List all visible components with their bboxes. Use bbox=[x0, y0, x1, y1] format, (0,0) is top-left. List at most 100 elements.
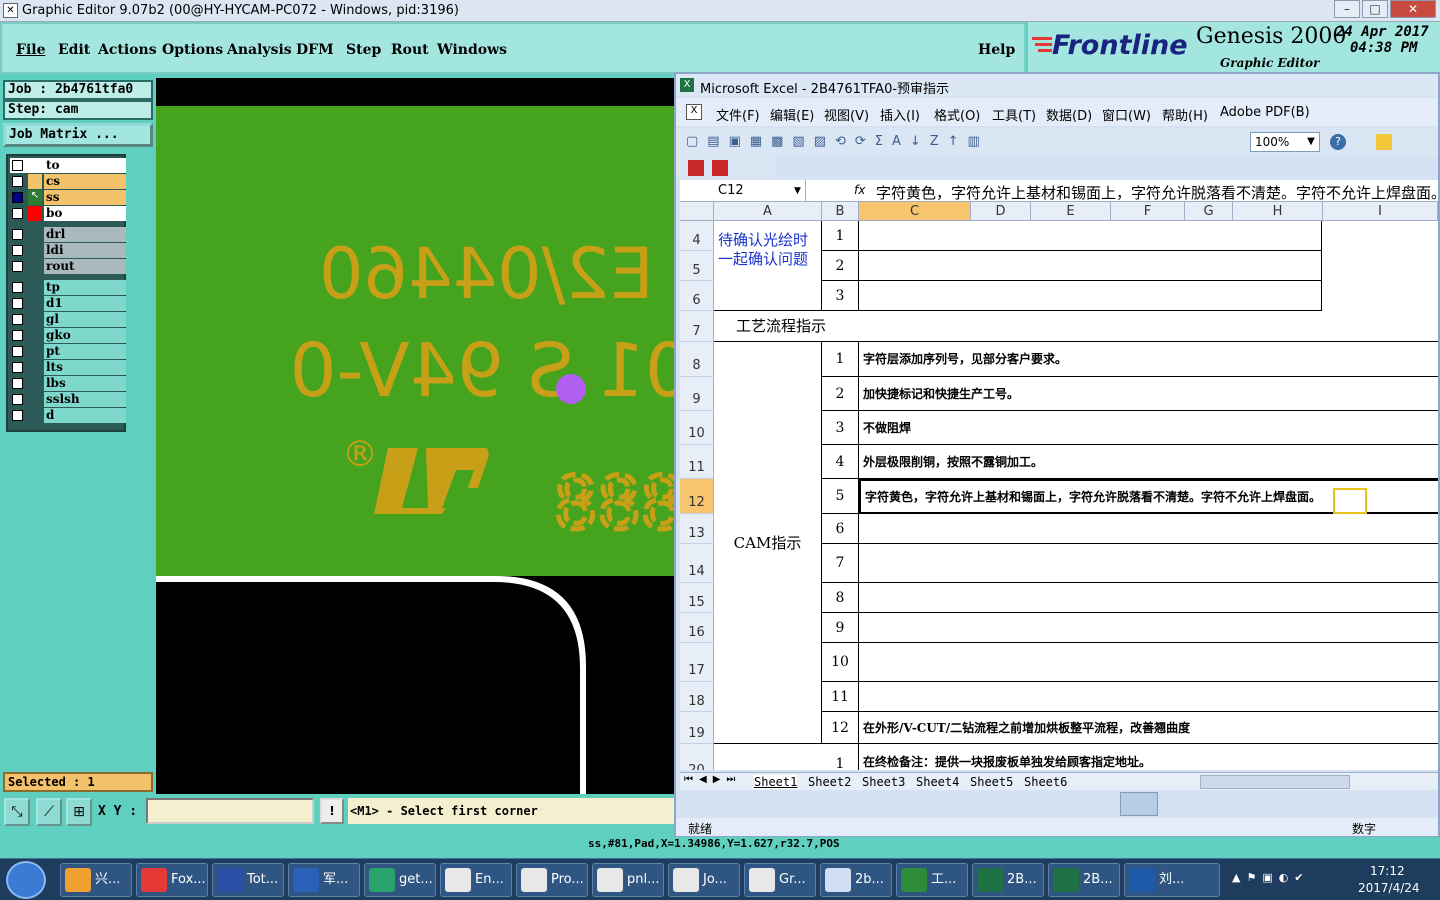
layer-checkbox[interactable] bbox=[12, 282, 23, 293]
taskbar-item[interactable]: Pro... bbox=[516, 863, 588, 897]
menu-windows[interactable]: Windows bbox=[437, 42, 507, 58]
xmenu-adobe[interactable]: Adobe PDF(B) bbox=[1220, 105, 1310, 120]
drawing-toolbar-icon[interactable] bbox=[1120, 792, 1158, 816]
menu-step[interactable]: Step bbox=[346, 42, 381, 58]
a-label-cam[interactable]: CAM指示 bbox=[714, 342, 822, 744]
row-header[interactable]: 15 bbox=[680, 583, 714, 613]
taskbar-item[interactable]: 2b... bbox=[820, 863, 892, 897]
zoom-fit-icon[interactable]: ⤡ bbox=[4, 798, 30, 826]
col-header[interactable]: G bbox=[1185, 202, 1233, 221]
layer-checkbox[interactable] bbox=[12, 192, 23, 203]
layer-checkbox[interactable] bbox=[12, 410, 23, 421]
taskbar-item[interactable]: Jo... bbox=[668, 863, 740, 897]
row-header[interactable]: 18 bbox=[680, 682, 714, 712]
c-cell[interactable]: 加快捷标记和快捷生产工号。 bbox=[859, 377, 1438, 411]
b-cell[interactable]: 10 bbox=[822, 643, 859, 682]
row-header[interactable]: 11 bbox=[680, 445, 714, 479]
row-header-selected[interactable]: 12 bbox=[680, 479, 714, 514]
layer-checkbox[interactable] bbox=[12, 346, 23, 357]
layer-checkbox[interactable] bbox=[12, 229, 23, 240]
layer-row[interactable]: drl bbox=[10, 227, 126, 242]
layer-checkbox[interactable] bbox=[12, 378, 23, 389]
layer-row[interactable]: to bbox=[10, 158, 126, 173]
row-header[interactable]: 6 bbox=[680, 281, 714, 311]
b-cell[interactable]: 1 bbox=[822, 342, 859, 377]
formula-content[interactable]: 字符黄色，字符允许上基材和锡面上，字符允许脱落看不清楚。字符不允许上焊盘面。 bbox=[876, 182, 1440, 203]
col-header[interactable]: D bbox=[971, 202, 1031, 221]
b-cell[interactable]: 5 bbox=[822, 479, 859, 514]
measure-icon[interactable]: ⟋ bbox=[36, 798, 62, 826]
close-button[interactable]: ✕ bbox=[1390, 0, 1436, 18]
graphic-canvas[interactable]: E2/04460 01 S 94V-0 888 ® bbox=[156, 78, 692, 794]
taskbar-item[interactable]: 2B... bbox=[1048, 863, 1120, 897]
col-header[interactable]: H bbox=[1233, 202, 1323, 221]
row-header[interactable]: 14 bbox=[680, 544, 714, 583]
b-cell[interactable]: 11 bbox=[822, 682, 859, 712]
layer-checkbox[interactable] bbox=[12, 362, 23, 373]
menu-dfm[interactable]: DFM bbox=[296, 42, 334, 58]
toolbar-icons[interactable]: ▢▤▣▦▩▧▨⟲⟳ΣA↓Z↑▥ bbox=[686, 134, 1186, 150]
c-cell[interactable] bbox=[859, 613, 1438, 643]
minimize-button[interactable]: – bbox=[1334, 0, 1360, 18]
b-cell[interactable]: 2 bbox=[822, 377, 859, 411]
c-cell[interactable]: 在外形/V-CUT/二钻流程之前增加烘板整平流程，改善翘曲度 bbox=[859, 712, 1438, 744]
fill-color-icon[interactable] bbox=[1376, 134, 1392, 150]
menu-options[interactable]: Options bbox=[162, 42, 223, 58]
layer-checkbox[interactable] bbox=[12, 314, 23, 325]
row-header[interactable]: 7 bbox=[680, 311, 714, 342]
xmenu-view[interactable]: 视图(V) bbox=[824, 105, 869, 124]
b-cell[interactable]: 4 bbox=[822, 445, 859, 479]
xmenu-file[interactable]: 文件(F) bbox=[716, 105, 760, 124]
layer-row[interactable]: sslsh bbox=[10, 392, 126, 407]
row-header[interactable]: 20 bbox=[680, 744, 714, 770]
layer-checkbox[interactable] bbox=[12, 245, 23, 256]
c-cell[interactable] bbox=[859, 643, 1438, 682]
col-header[interactable]: F bbox=[1111, 202, 1185, 221]
c-cell[interactable]: 不做阻焊 bbox=[859, 411, 1438, 445]
c-cell[interactable]: 在终检备注：提供一块报废板单独发给顾客指定地址。 bbox=[859, 744, 1438, 770]
pdf-icon[interactable] bbox=[688, 160, 704, 176]
layer-row[interactable]: d1 bbox=[10, 296, 126, 311]
row-header[interactable]: 17 bbox=[680, 643, 714, 682]
c-cell[interactable] bbox=[859, 682, 1438, 712]
col-header[interactable]: A bbox=[714, 202, 822, 221]
a-label-process[interactable]: 工艺流程指示 bbox=[714, 311, 1438, 342]
menu-rout[interactable]: Rout bbox=[391, 42, 429, 58]
layer-checkbox[interactable] bbox=[12, 208, 23, 219]
horizontal-scrollbar[interactable] bbox=[1200, 775, 1350, 789]
xmenu-window[interactable]: 窗口(W) bbox=[1102, 105, 1151, 124]
menu-actions[interactable]: Actions bbox=[98, 42, 157, 58]
layer-checkbox[interactable] bbox=[12, 160, 23, 171]
taskbar-item[interactable]: 兴... bbox=[60, 863, 132, 897]
corner-cell[interactable] bbox=[680, 202, 714, 221]
row-header[interactable]: 13 bbox=[680, 514, 714, 544]
alert-icon[interactable]: ! bbox=[320, 798, 344, 824]
c-cell[interactable] bbox=[859, 251, 1322, 281]
col-header[interactable]: B bbox=[822, 202, 859, 221]
spreadsheet-grid[interactable]: A B C D E F G H I 待确认光绘时一起确认问题 工艺流程指示 CA… bbox=[680, 202, 1438, 770]
b-cell[interactable]: 1 bbox=[822, 744, 859, 770]
taskbar-item[interactable]: Fox... bbox=[136, 863, 208, 897]
layer-row[interactable]: tp bbox=[10, 280, 126, 295]
start-button[interactable] bbox=[6, 861, 46, 899]
xmenu-insert[interactable]: 插入(I) bbox=[880, 105, 920, 124]
taskbar-item[interactable]: get... bbox=[364, 863, 436, 897]
c-cell[interactable] bbox=[859, 281, 1322, 311]
row-header[interactable]: 9 bbox=[680, 377, 714, 411]
chevron-down-icon[interactable]: ▼ bbox=[794, 180, 804, 202]
tray-icons[interactable]: ▲⚑▣◐✔ bbox=[1232, 871, 1310, 884]
layer-row[interactable]: ↖ ss bbox=[10, 190, 126, 205]
taskbar-item[interactable]: pnl... bbox=[592, 863, 664, 897]
row-header[interactable]: 5 bbox=[680, 251, 714, 281]
xmenu-help[interactable]: 帮助(H) bbox=[1162, 105, 1208, 124]
xy-input[interactable] bbox=[146, 798, 314, 824]
row-header[interactable]: 4 bbox=[680, 221, 714, 251]
layer-row[interactable]: lts bbox=[10, 360, 126, 375]
menu-file[interactable]: File bbox=[16, 42, 45, 58]
maximize-button[interactable]: □ bbox=[1362, 0, 1388, 18]
layer-row[interactable]: rout bbox=[10, 259, 126, 274]
sheet-nav-icon[interactable]: ⏮◀▶⏭ bbox=[684, 774, 741, 785]
row-header[interactable]: 10 bbox=[680, 411, 714, 445]
b-cell[interactable]: 3 bbox=[822, 411, 859, 445]
xmenu-edit[interactable]: 编辑(E) bbox=[770, 105, 814, 124]
